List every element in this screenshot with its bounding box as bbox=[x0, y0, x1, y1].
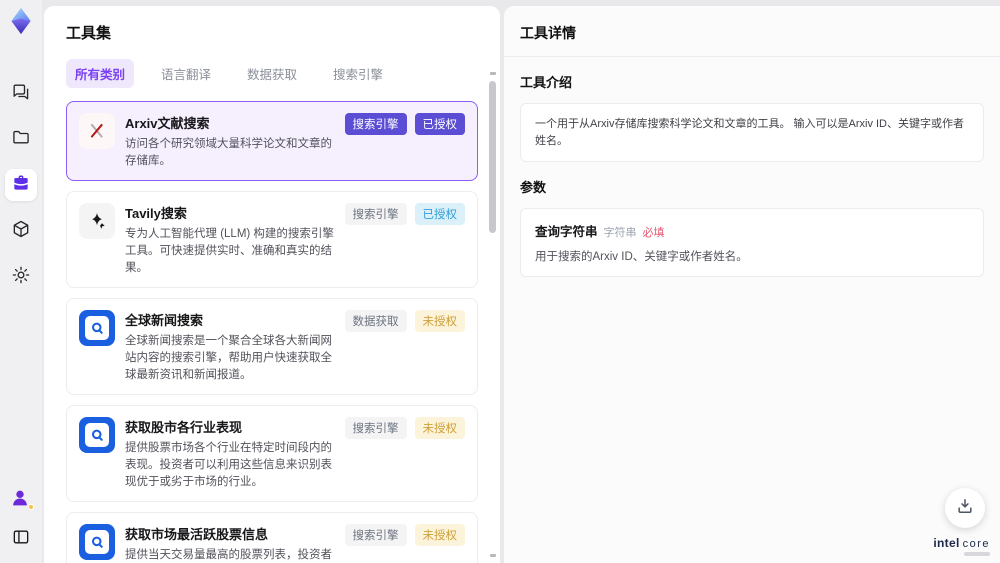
tool-category-badge: 搜索引擎 bbox=[344, 113, 407, 135]
tool-detail-panel: 工具详情 工具介绍 一个用于从Arxiv存储库搜索科学论文和文章的工具。 输入可… bbox=[504, 6, 1000, 563]
tool-name: 获取市场最活跃股票信息 bbox=[125, 527, 269, 543]
category-tabs: 所有类别 语言翻译 数据获取 搜索引擎 bbox=[66, 59, 478, 88]
sidebar-item-chat[interactable] bbox=[5, 77, 37, 109]
param-type: 字符串 bbox=[603, 227, 637, 239]
tool-name: Tavily搜索 bbox=[125, 206, 187, 222]
app-sidebar bbox=[0, 0, 42, 563]
category-tab[interactable]: 所有类别 bbox=[66, 59, 135, 88]
brand-core: core bbox=[962, 538, 990, 550]
tool-name: 全球新闻搜索 bbox=[125, 313, 204, 329]
page-title: 工具集 bbox=[66, 25, 112, 42]
category-tab[interactable]: 语言翻译 bbox=[152, 59, 220, 88]
user-avatar[interactable] bbox=[9, 487, 34, 511]
briefcase-icon bbox=[11, 173, 31, 198]
download-icon bbox=[955, 496, 975, 521]
tool-name: Arxiv文献搜索 bbox=[125, 116, 210, 131]
param-description: 用于搜索的Arxiv ID、关键字或作者姓名。 bbox=[535, 251, 748, 263]
avatar-status-dot bbox=[28, 504, 34, 510]
category-tab[interactable]: 数据获取 bbox=[238, 59, 306, 88]
category-tab[interactable]: 搜索引擎 bbox=[324, 59, 392, 88]
scrollbar-thumb[interactable] bbox=[489, 81, 496, 233]
tool-name: 获取股市各行业表现 bbox=[125, 420, 243, 436]
tool-icon bbox=[79, 113, 115, 149]
tool-description: 提供股票市场各个行业在特定时间段内的表现。投资者可以利用这些信息来识别表现优于或… bbox=[125, 442, 332, 488]
cube-icon bbox=[11, 219, 31, 244]
params-heading: 参数 bbox=[520, 180, 547, 195]
tool-auth-badge: 已授权 bbox=[414, 203, 465, 226]
brand-intel: intel bbox=[933, 536, 960, 550]
intel-core-logo: intel core bbox=[933, 536, 990, 550]
tool-description: 提供当天交易量最高的股票列表，投资者可以利用这些信息来识别流动性强的股票和潜在的… bbox=[125, 549, 332, 562]
tool-category-badge: 搜索引擎 bbox=[344, 417, 407, 440]
detail-title: 工具详情 bbox=[520, 25, 576, 41]
brand-subtext bbox=[964, 552, 990, 556]
download-button[interactable] bbox=[945, 488, 985, 528]
scroll-up-arrow[interactable] bbox=[490, 72, 496, 75]
tool-description: 全球新闻搜索是一个聚合全球各大新闻网站内容的搜索引擎，帮助用户快速获取全球最新资… bbox=[125, 335, 332, 381]
intro-text: 一个用于从Arxiv存储库搜索科学论文和文章的工具。 输入可以是Arxiv ID… bbox=[535, 118, 964, 147]
scroll-down-arrow[interactable] bbox=[490, 554, 496, 557]
folder-icon bbox=[11, 127, 31, 152]
param-required-badge: 必填 bbox=[642, 227, 665, 239]
sidebar-item-files[interactable] bbox=[5, 123, 37, 155]
tool-category-badge: 搜索引擎 bbox=[344, 203, 407, 226]
tool-auth-badge: 已授权 bbox=[414, 113, 465, 135]
tool-auth-badge: 未授权 bbox=[414, 417, 465, 440]
tool-card[interactable]: 全球新闻搜索 全球新闻搜索是一个聚合全球各大新闻网站内容的搜索引擎，帮助用户快速… bbox=[66, 298, 478, 396]
list-scrollbar[interactable] bbox=[489, 72, 497, 557]
sidebar-item-toolbox[interactable] bbox=[5, 169, 37, 201]
tool-icon bbox=[79, 310, 115, 347]
sidebar-item-settings[interactable] bbox=[5, 261, 37, 293]
tool-description: 专为人工智能代理 (LLM) 构建的搜索引擎工具。可快速提供实时、准确和真实的结… bbox=[125, 228, 334, 274]
tool-category-badge: 搜索引擎 bbox=[344, 524, 407, 547]
tool-icon bbox=[79, 524, 115, 561]
detail-header: 工具详情 bbox=[504, 6, 1000, 57]
app-logo-icon bbox=[7, 7, 35, 37]
tool-description: 访问各个研究领域大量科学论文和文章的存储库。 bbox=[125, 138, 332, 167]
tool-category-badge: 数据获取 bbox=[344, 310, 407, 333]
intro-box: 一个用于从Arxiv存储库搜索科学论文和文章的工具。 输入可以是Arxiv ID… bbox=[520, 103, 984, 162]
chat-icon bbox=[11, 81, 31, 106]
tool-list-panel: 工具集 所有类别 语言翻译 数据获取 搜索引擎 Arxiv文献搜索 访问各个研究领域大… bbox=[44, 6, 500, 563]
tool-card[interactable]: 获取股市各行业表现 提供股票市场各个行业在特定时间段内的表现。投资者可以利用这些… bbox=[66, 405, 478, 503]
intro-heading: 工具介绍 bbox=[520, 75, 573, 90]
tool-auth-badge: 未授权 bbox=[414, 524, 465, 547]
tool-auth-badge: 未授权 bbox=[414, 310, 465, 333]
param-box: 查询字符串 字符串 必填 用于搜索的Arxiv ID、关键字或作者姓名。 bbox=[520, 208, 984, 277]
tool-icon bbox=[79, 203, 115, 240]
tool-card[interactable]: 获取市场最活跃股票信息 提供当天交易量最高的股票列表，投资者可以利用这些信息来识… bbox=[66, 512, 478, 563]
tool-card[interactable]: Arxiv文献搜索 访问各个研究领域大量科学论文和文章的存储库。 搜索引擎 已授… bbox=[66, 101, 478, 182]
param-name: 查询字符串 bbox=[535, 225, 598, 239]
collapse-sidebar-button[interactable] bbox=[5, 523, 37, 555]
tool-card[interactable]: Tavily搜索 专为人工智能代理 (LLM) 构建的搜索引擎工具。可快速提供实… bbox=[66, 191, 478, 289]
sidebar-item-plugins[interactable] bbox=[5, 215, 37, 247]
tool-icon bbox=[79, 417, 115, 454]
gear-icon bbox=[11, 265, 31, 290]
panel-toggle-icon bbox=[11, 527, 31, 552]
tool-list: Arxiv文献搜索 访问各个研究领域大量科学论文和文章的存储库。 搜索引擎 已授… bbox=[66, 101, 478, 563]
